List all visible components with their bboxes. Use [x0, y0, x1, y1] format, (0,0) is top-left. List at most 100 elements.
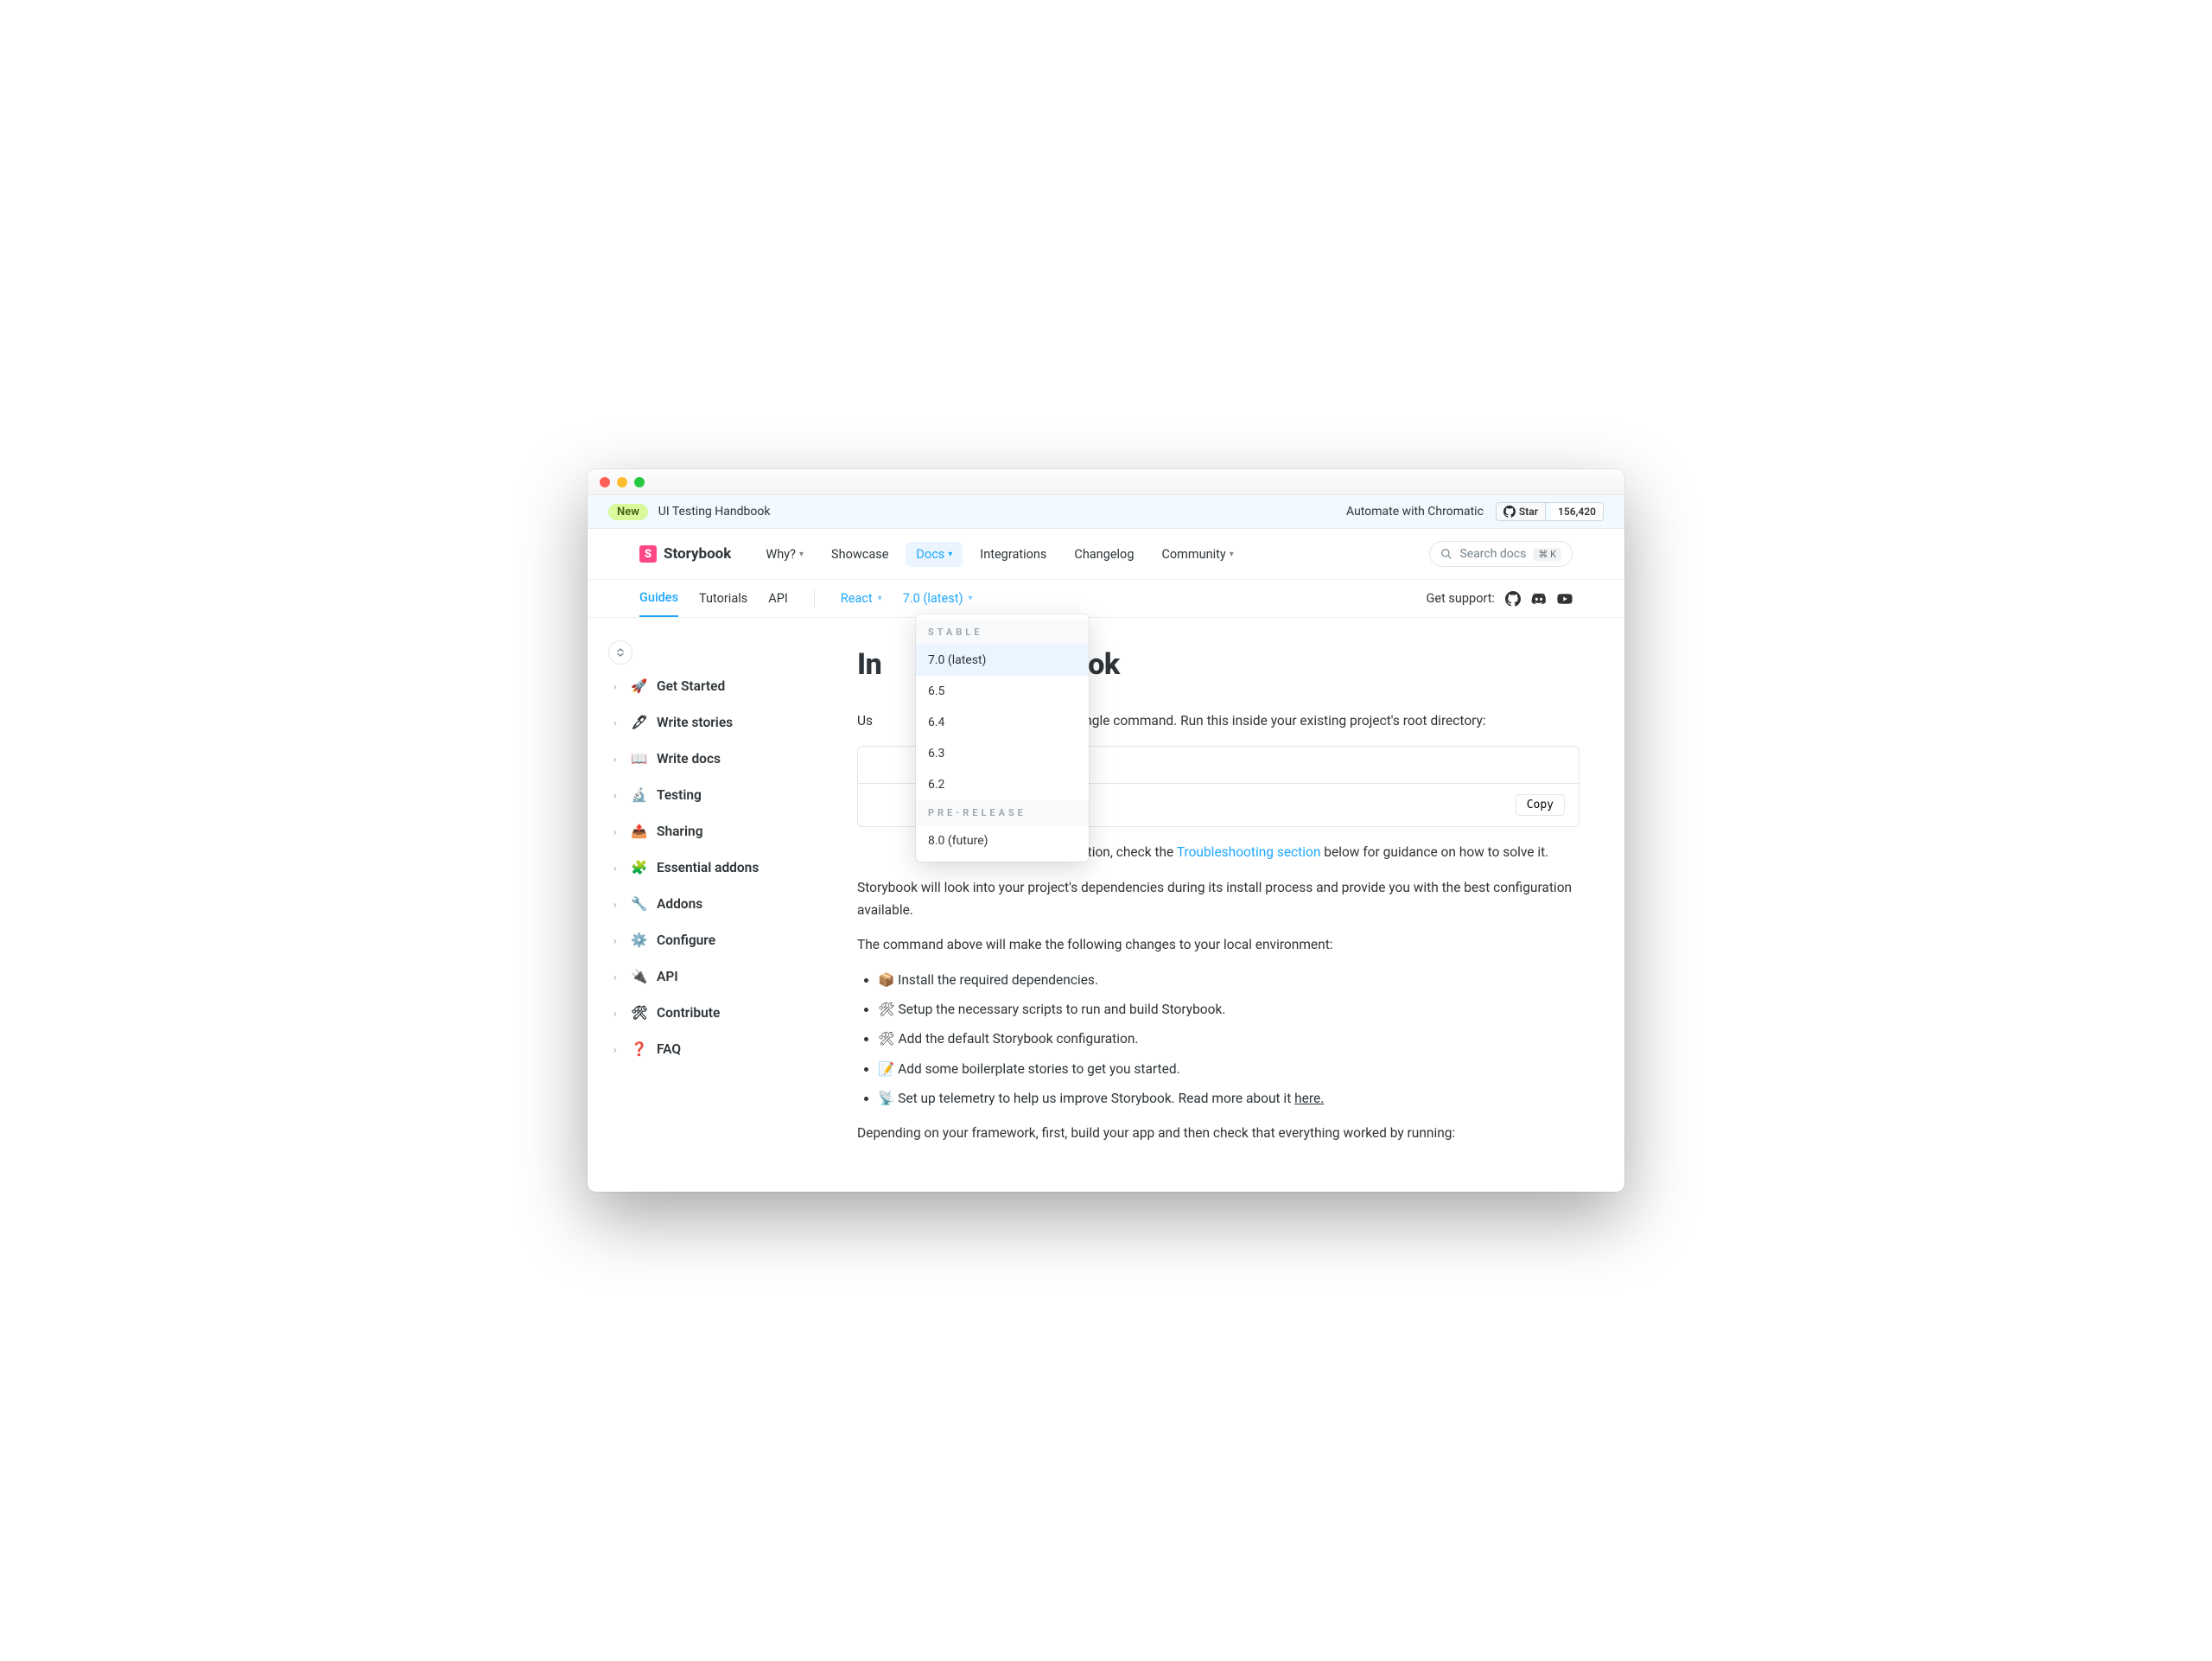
sub-navigation: Guides Tutorials API React▾ 7.0 (latest)…: [588, 580, 1624, 618]
sidebar-item[interactable]: › 🚀 Get Started: [605, 668, 847, 704]
sidebar-item-label: Write docs: [657, 751, 721, 767]
sidebar-item[interactable]: ›🔬Testing: [605, 777, 847, 813]
sidebar: › 🚀 Get Started ›🖋Write stories›📖Write docs…: [588, 618, 847, 1191]
chevron-right-icon: ›: [613, 899, 622, 910]
youtube-icon[interactable]: [1557, 591, 1573, 607]
discord-icon[interactable]: [1531, 591, 1547, 607]
list-item: 📦 Install the required dependencies.: [878, 969, 1580, 991]
app-window: New UI Testing Handbook Automate with Ch…: [588, 469, 1624, 1191]
version-option[interactable]: 6.2: [916, 769, 1089, 800]
sidebar-item-label: Get Started: [657, 678, 725, 694]
chevron-down-icon: ▾: [948, 550, 952, 559]
bullet-icon: 📡: [878, 1091, 894, 1106]
chevron-down-icon: ▾: [878, 594, 882, 603]
support-label: Get support:: [1427, 591, 1495, 606]
chevron-down-icon: ▾: [969, 594, 973, 603]
paragraph: Storybook will look into your project's …: [857, 876, 1580, 922]
chromatic-link[interactable]: Automate with Chromatic: [1346, 505, 1484, 519]
list-item: 🛠 Setup the necessary scripts to run and…: [878, 998, 1580, 1021]
list-item: 🛠 Add the default Storybook configuratio…: [878, 1028, 1580, 1050]
chevron-down-icon: ▾: [799, 550, 804, 559]
copy-button[interactable]: Copy: [1516, 794, 1565, 816]
top-navigation: S Storybook Why?▾ Showcase Docs▾ Integra…: [588, 529, 1624, 580]
sidebar-item-label: Essential addons: [657, 860, 759, 875]
search-input[interactable]: Search docs ⌘ K: [1429, 541, 1573, 567]
chevron-right-icon: ›: [613, 717, 622, 729]
sidebar-item[interactable]: › 🛠 Contribute: [605, 995, 847, 1031]
nav-integrations[interactable]: Integrations: [969, 542, 1057, 567]
chevron-right-icon: ›: [613, 971, 622, 983]
nav-changelog[interactable]: Changelog: [1064, 542, 1144, 567]
tab-api[interactable]: API: [768, 580, 788, 617]
sidebar-item[interactable]: ›⚙️Configure: [605, 922, 847, 958]
chevron-down-icon: ▾: [1230, 550, 1234, 559]
nav-showcase[interactable]: Showcase: [821, 542, 899, 567]
chevron-right-icon: ›: [613, 681, 622, 692]
nav-community[interactable]: Community▾: [1151, 542, 1243, 567]
sidebar-item-icon: 🔧: [631, 896, 648, 912]
paragraph: Depending on your framework, first, buil…: [857, 1122, 1580, 1144]
version-option[interactable]: 6.3: [916, 738, 1089, 769]
version-dropdown: STABLE 7.0 (latest) 6.5 6.4 6.3 6.2 PRE-…: [916, 614, 1089, 862]
chevron-right-icon: ›: [613, 1008, 622, 1019]
sidebar-item[interactable]: › 🧩 Essential addons: [605, 850, 847, 886]
sidebar-item-icon: 🔌: [631, 969, 648, 984]
github-star-widget[interactable]: Star 156,420: [1496, 502, 1604, 521]
maximize-window-button[interactable]: [634, 477, 645, 487]
brand-name: Storybook: [664, 545, 731, 563]
sidebar-item[interactable]: ›📤Sharing: [605, 813, 847, 850]
brand-logo-link[interactable]: S Storybook: [639, 545, 731, 563]
sidebar-item-icon: 🔬: [631, 787, 648, 803]
paragraph: The command above will make the followin…: [857, 933, 1580, 956]
sidebar-item-label: Configure: [657, 932, 715, 948]
search-kbd-hint: ⌘ K: [1533, 548, 1561, 561]
chevron-right-icon: ›: [613, 754, 622, 765]
sidebar-item[interactable]: ›🖋Write stories: [605, 704, 847, 741]
search-icon: [1440, 548, 1452, 560]
bullet-icon: 🛠: [878, 1002, 895, 1017]
announcement-banner: New UI Testing Handbook Automate with Ch…: [588, 495, 1624, 529]
tab-tutorials[interactable]: Tutorials: [699, 580, 747, 617]
minimize-window-button[interactable]: [617, 477, 627, 487]
sidebar-item-icon: 🧩: [631, 860, 648, 875]
chevron-right-icon: ›: [613, 1044, 622, 1055]
github-icon[interactable]: [1505, 591, 1521, 607]
version-option[interactable]: 6.4: [916, 707, 1089, 738]
search-placeholder: Search docs: [1459, 547, 1526, 561]
changes-list: 📦 Install the required dependencies. 🛠 Se…: [878, 969, 1580, 1111]
version-option[interactable]: 6.5: [916, 676, 1089, 707]
sidebar-item-label: Addons: [657, 896, 702, 912]
nav-why[interactable]: Why?▾: [755, 542, 814, 567]
sidebar-item[interactable]: › 🔧 Addons: [605, 886, 847, 922]
tab-guides[interactable]: Guides: [639, 580, 678, 617]
close-window-button[interactable]: [600, 477, 610, 487]
sidebar-item-label: Testing: [657, 787, 702, 803]
sidebar-item[interactable]: ›📖Write docs: [605, 741, 847, 777]
framework-selector[interactable]: React▾: [841, 591, 882, 606]
chevron-right-icon: ›: [613, 862, 622, 874]
storybook-logo-icon: S: [639, 545, 657, 563]
version-option[interactable]: 7.0 (latest): [916, 645, 1089, 676]
version-selector[interactable]: 7.0 (latest)▾: [903, 591, 973, 606]
chevron-right-icon: ›: [613, 935, 622, 946]
sidebar-item-icon: 🛠: [631, 1005, 648, 1021]
expand-collapse-icon: [615, 647, 626, 658]
divider: [814, 590, 815, 608]
sidebar-item-icon: 🚀: [631, 678, 648, 694]
sidebar-item[interactable]: ›❓FAQ: [605, 1031, 847, 1067]
here-link[interactable]: here.: [1294, 1091, 1324, 1106]
nav-docs[interactable]: Docs▾: [906, 542, 963, 567]
github-star-count: 156,420: [1551, 503, 1603, 520]
window-controls: [600, 477, 645, 487]
sidebar-item-label: Contribute: [657, 1005, 720, 1021]
sidebar-item-icon: ❓: [631, 1041, 648, 1057]
sidebar-item-icon: 📤: [631, 824, 648, 839]
github-icon: [1503, 506, 1516, 518]
sidebar-item-label: API: [657, 969, 678, 984]
troubleshooting-link[interactable]: Troubleshooting section: [1177, 844, 1321, 860]
bullet-icon: 🛠: [878, 1031, 895, 1047]
sidebar-item[interactable]: › 🔌 API: [605, 958, 847, 995]
banner-title[interactable]: UI Testing Handbook: [658, 505, 771, 519]
version-option[interactable]: 8.0 (future): [916, 825, 1089, 856]
sidebar-collapse-toggle[interactable]: [608, 640, 632, 665]
